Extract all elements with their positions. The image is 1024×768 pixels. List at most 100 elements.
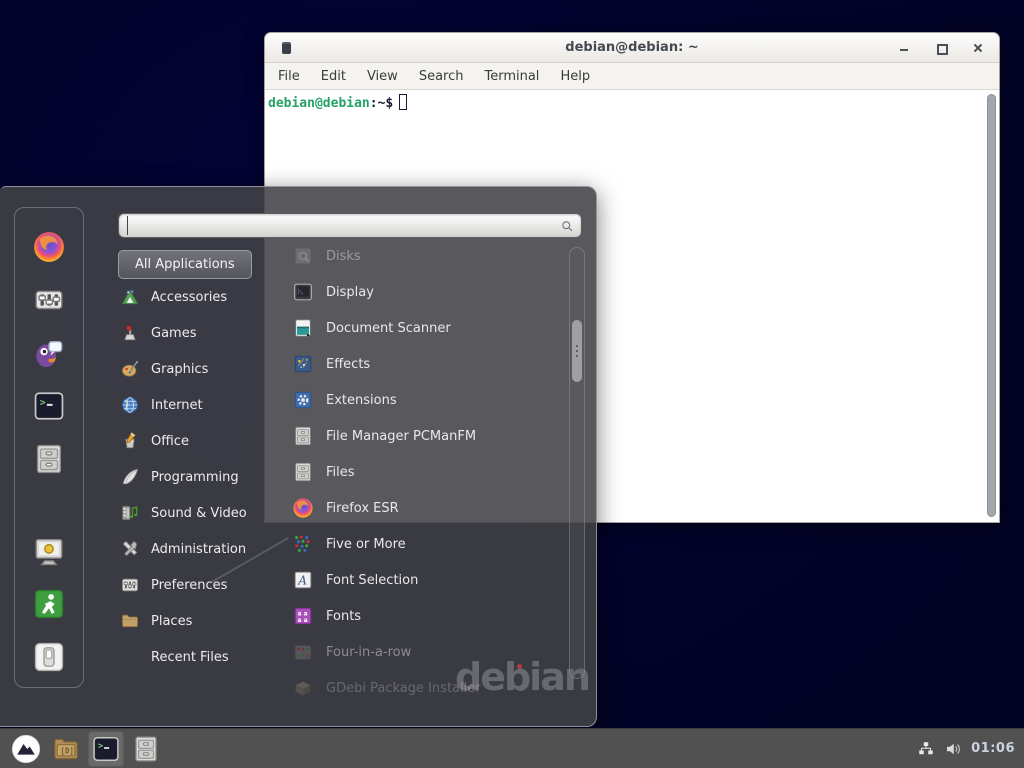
svg-text:>: > (98, 741, 103, 751)
fonts-icon: a aa a (292, 605, 314, 627)
minimize-button[interactable] (897, 41, 911, 55)
favorite-screensaver[interactable] (32, 534, 66, 568)
disks-icon (292, 245, 314, 267)
category-internet[interactable]: Internet (116, 387, 288, 423)
category-icon-placeholder (120, 647, 140, 667)
office-icon (120, 431, 140, 451)
gdebi-icon (292, 677, 314, 699)
category-sound-video[interactable]: Sound & Video (116, 495, 288, 531)
prompt-user: debian@debian (268, 96, 370, 111)
app-four-in-a-row[interactable]: Four-in-a-row (288, 634, 568, 670)
taskbar-clock: 01:06 (971, 741, 1015, 756)
launcher-menu[interactable] (8, 731, 44, 767)
launcher-files[interactable] (128, 731, 164, 767)
search-box (118, 213, 582, 238)
app-label: Display (326, 285, 374, 300)
launcher-terminal[interactable]: > (88, 731, 124, 767)
close-button[interactable] (971, 41, 985, 55)
app-label: Effects (326, 357, 370, 372)
favorite-firefox[interactable] (32, 230, 66, 264)
app-label: Extensions (326, 393, 397, 408)
category-label: Preferences (151, 578, 227, 593)
app-effects[interactable]: Effects (288, 346, 568, 382)
category-label: All Applications (135, 257, 235, 272)
favorites-sidebar: > (14, 207, 84, 688)
app-search-input[interactable] (127, 216, 547, 235)
graphics-icon (120, 359, 140, 379)
menubar-item-view[interactable]: View (365, 69, 400, 84)
file-cabinet-icon (292, 425, 314, 447)
network-tray-icon[interactable] (917, 740, 935, 758)
terminal-scrollbar[interactable] (987, 94, 996, 517)
category-label: Accessories (151, 290, 227, 305)
maximize-button[interactable] (934, 41, 948, 55)
desktop: debian@debian: ~ File Edit View Search Termi… (0, 0, 1024, 768)
category-recent-files[interactable]: Recent Files (116, 639, 288, 675)
category-office[interactable]: Office (116, 423, 288, 459)
category-accessories[interactable]: Accessories (116, 279, 288, 315)
firefox-icon (32, 230, 66, 264)
favorite-control-center[interactable] (32, 283, 66, 317)
app-file-manager-pcmanfm[interactable]: File Manager PCManFM (288, 418, 568, 454)
terminal-icon: > (32, 389, 66, 423)
app-label: File Manager PCManFM (326, 429, 476, 444)
menubar-item-edit[interactable]: Edit (319, 69, 348, 84)
category-preferences[interactable]: Preferences (116, 567, 288, 603)
app-label: Firefox ESR (326, 501, 399, 516)
menu-logo-icon (11, 734, 41, 764)
extensions-icon (292, 389, 314, 411)
launcher-file-manager[interactable]: [D] (48, 731, 84, 767)
app-font-selection[interactable]: AFont Selection (288, 562, 568, 598)
places-icon (120, 611, 140, 631)
category-places[interactable]: Places (116, 603, 288, 639)
app-extensions[interactable]: Extensions (288, 382, 568, 418)
five-or-more-icon (292, 533, 314, 555)
menubar-item-help[interactable]: Help (558, 69, 592, 84)
svg-text:>: > (40, 397, 46, 408)
category-all-applications[interactable]: All Applications (118, 250, 252, 279)
prompt-suffix: :~$ (370, 96, 393, 111)
favorite-pidgin[interactable] (32, 336, 66, 370)
app-display[interactable]: Display (288, 274, 568, 310)
favorite-logout[interactable] (32, 587, 66, 621)
app-label: Four-in-a-row (326, 645, 411, 660)
category-graphics[interactable]: Graphics (116, 351, 288, 387)
favorite-file-cabinet[interactable] (32, 442, 66, 476)
category-label: Recent Files (151, 650, 229, 665)
app-label: Fonts (326, 609, 361, 624)
category-label: Places (151, 614, 192, 629)
terminal-window-title: debian@debian: ~ (265, 33, 999, 63)
app-label: Files (326, 465, 355, 480)
category-label: Programming (151, 470, 239, 485)
menubar-item-search[interactable]: Search (417, 69, 466, 84)
applications-menu: debian > All ApplicationsAccessoriesGame… (0, 186, 597, 727)
app-firefox-esr[interactable]: Firefox ESR (288, 490, 568, 526)
app-five-or-more[interactable]: Five or More (288, 526, 568, 562)
terminal-titlebar[interactable]: debian@debian: ~ (265, 33, 999, 63)
category-label: Office (151, 434, 189, 449)
app-files[interactable]: Files (288, 454, 568, 490)
file-cabinet-icon (32, 442, 66, 476)
file-cabinet-icon (292, 461, 314, 483)
menubar-item-terminal[interactable]: Terminal (482, 69, 541, 84)
app-fonts[interactable]: a aa a Fonts (288, 598, 568, 634)
category-administration[interactable]: Administration (116, 531, 288, 567)
category-label: Graphics (151, 362, 208, 377)
volume-tray-icon[interactable] (944, 740, 962, 758)
favorite-shutdown[interactable] (32, 640, 66, 674)
app-gdebi-package-installer[interactable]: GDebi Package Installer (288, 670, 568, 706)
favorite-terminal[interactable]: > (32, 389, 66, 423)
app-document-scanner[interactable]: Document Scanner (288, 310, 568, 346)
category-programming[interactable]: Programming (116, 459, 288, 495)
terminal-icon: > (91, 734, 121, 764)
shutdown-icon (32, 640, 66, 674)
internet-icon (120, 395, 140, 415)
administration-icon (120, 539, 140, 559)
menubar-item-file[interactable]: File (276, 69, 302, 84)
app-disks[interactable]: Disks (288, 238, 568, 274)
app-list-scrollbar-thumb[interactable] (572, 320, 582, 382)
category-label: Internet (151, 398, 203, 413)
app-list-scrollbar-track[interactable] (569, 247, 585, 679)
category-games[interactable]: Games (116, 315, 288, 351)
pidgin-icon (32, 336, 66, 370)
